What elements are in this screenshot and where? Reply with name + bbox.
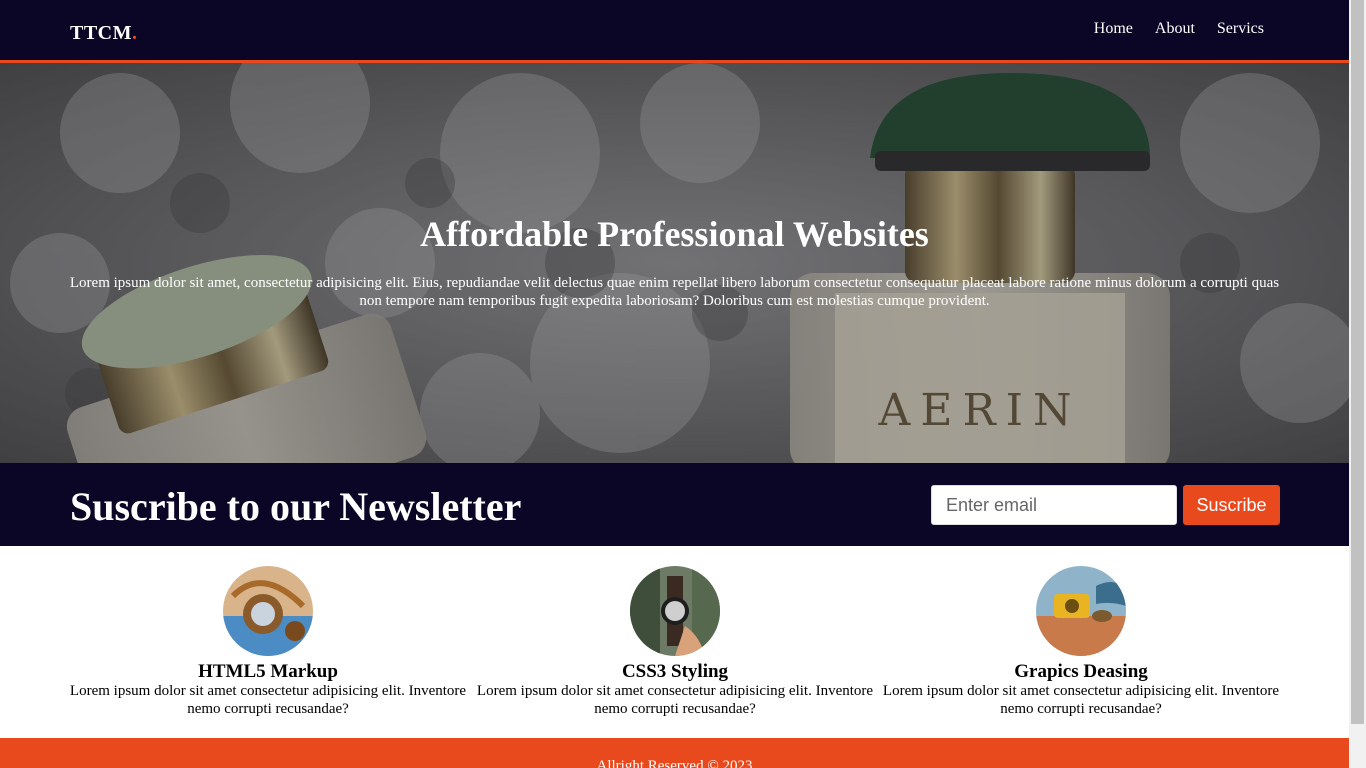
watch-image — [630, 566, 720, 656]
main-nav: Home About Servics — [1072, 20, 1264, 38]
showcase-hero: AERIN Affordable Professional Websites L… — [0, 63, 1349, 463]
vertical-scrollbar[interactable] — [1349, 0, 1366, 768]
feature-title: CSS3 Styling — [621, 661, 729, 682]
logo-text: TTCM — [70, 22, 132, 44]
site-footer: Allright Reserved © 2023 — [0, 738, 1349, 768]
newsletter-section: Suscribe to our Newsletter Suscribe — [0, 463, 1349, 546]
feature-text: Lorem ipsum dolor sit amet consectetur a… — [69, 683, 467, 717]
subscribe-button[interactable]: Suscribe — [1183, 485, 1280, 525]
showcase-overlay — [0, 63, 1349, 463]
feature-title: HTML5 Markup — [198, 661, 338, 682]
showcase-title: Affordable Professional Websites — [420, 214, 929, 254]
scrollbar-thumb[interactable] — [1351, 0, 1364, 724]
logo-dot: . — [132, 22, 138, 44]
logo[interactable]: TTCM. — [70, 22, 138, 45]
site-header: TTCM. Home About Servics — [0, 0, 1349, 63]
headphones-image — [223, 566, 313, 656]
newsletter-title: Suscribe to our Newsletter — [70, 484, 522, 529]
feature-text: Lorem ipsum dolor sit amet consectetur a… — [476, 683, 874, 717]
email-input[interactable] — [931, 485, 1177, 525]
feature-text: Lorem ipsum dolor sit amet consectetur a… — [882, 683, 1280, 717]
camera-sunglasses-image — [1036, 566, 1126, 656]
features-section: HTML5 Markup Lorem ipsum dolor sit amet … — [0, 546, 1349, 738]
footer-text: Allright Reserved © 2023 — [596, 758, 753, 768]
nav-link-home[interactable]: Home — [1094, 20, 1133, 38]
nav-link-services[interactable]: Servics — [1217, 20, 1264, 38]
showcase-text: Lorem ipsum dolor sit amet, consectetur … — [69, 275, 1280, 309]
nav-link-about[interactable]: About — [1155, 20, 1195, 38]
feature-title: Grapics Deasing — [1014, 661, 1148, 682]
